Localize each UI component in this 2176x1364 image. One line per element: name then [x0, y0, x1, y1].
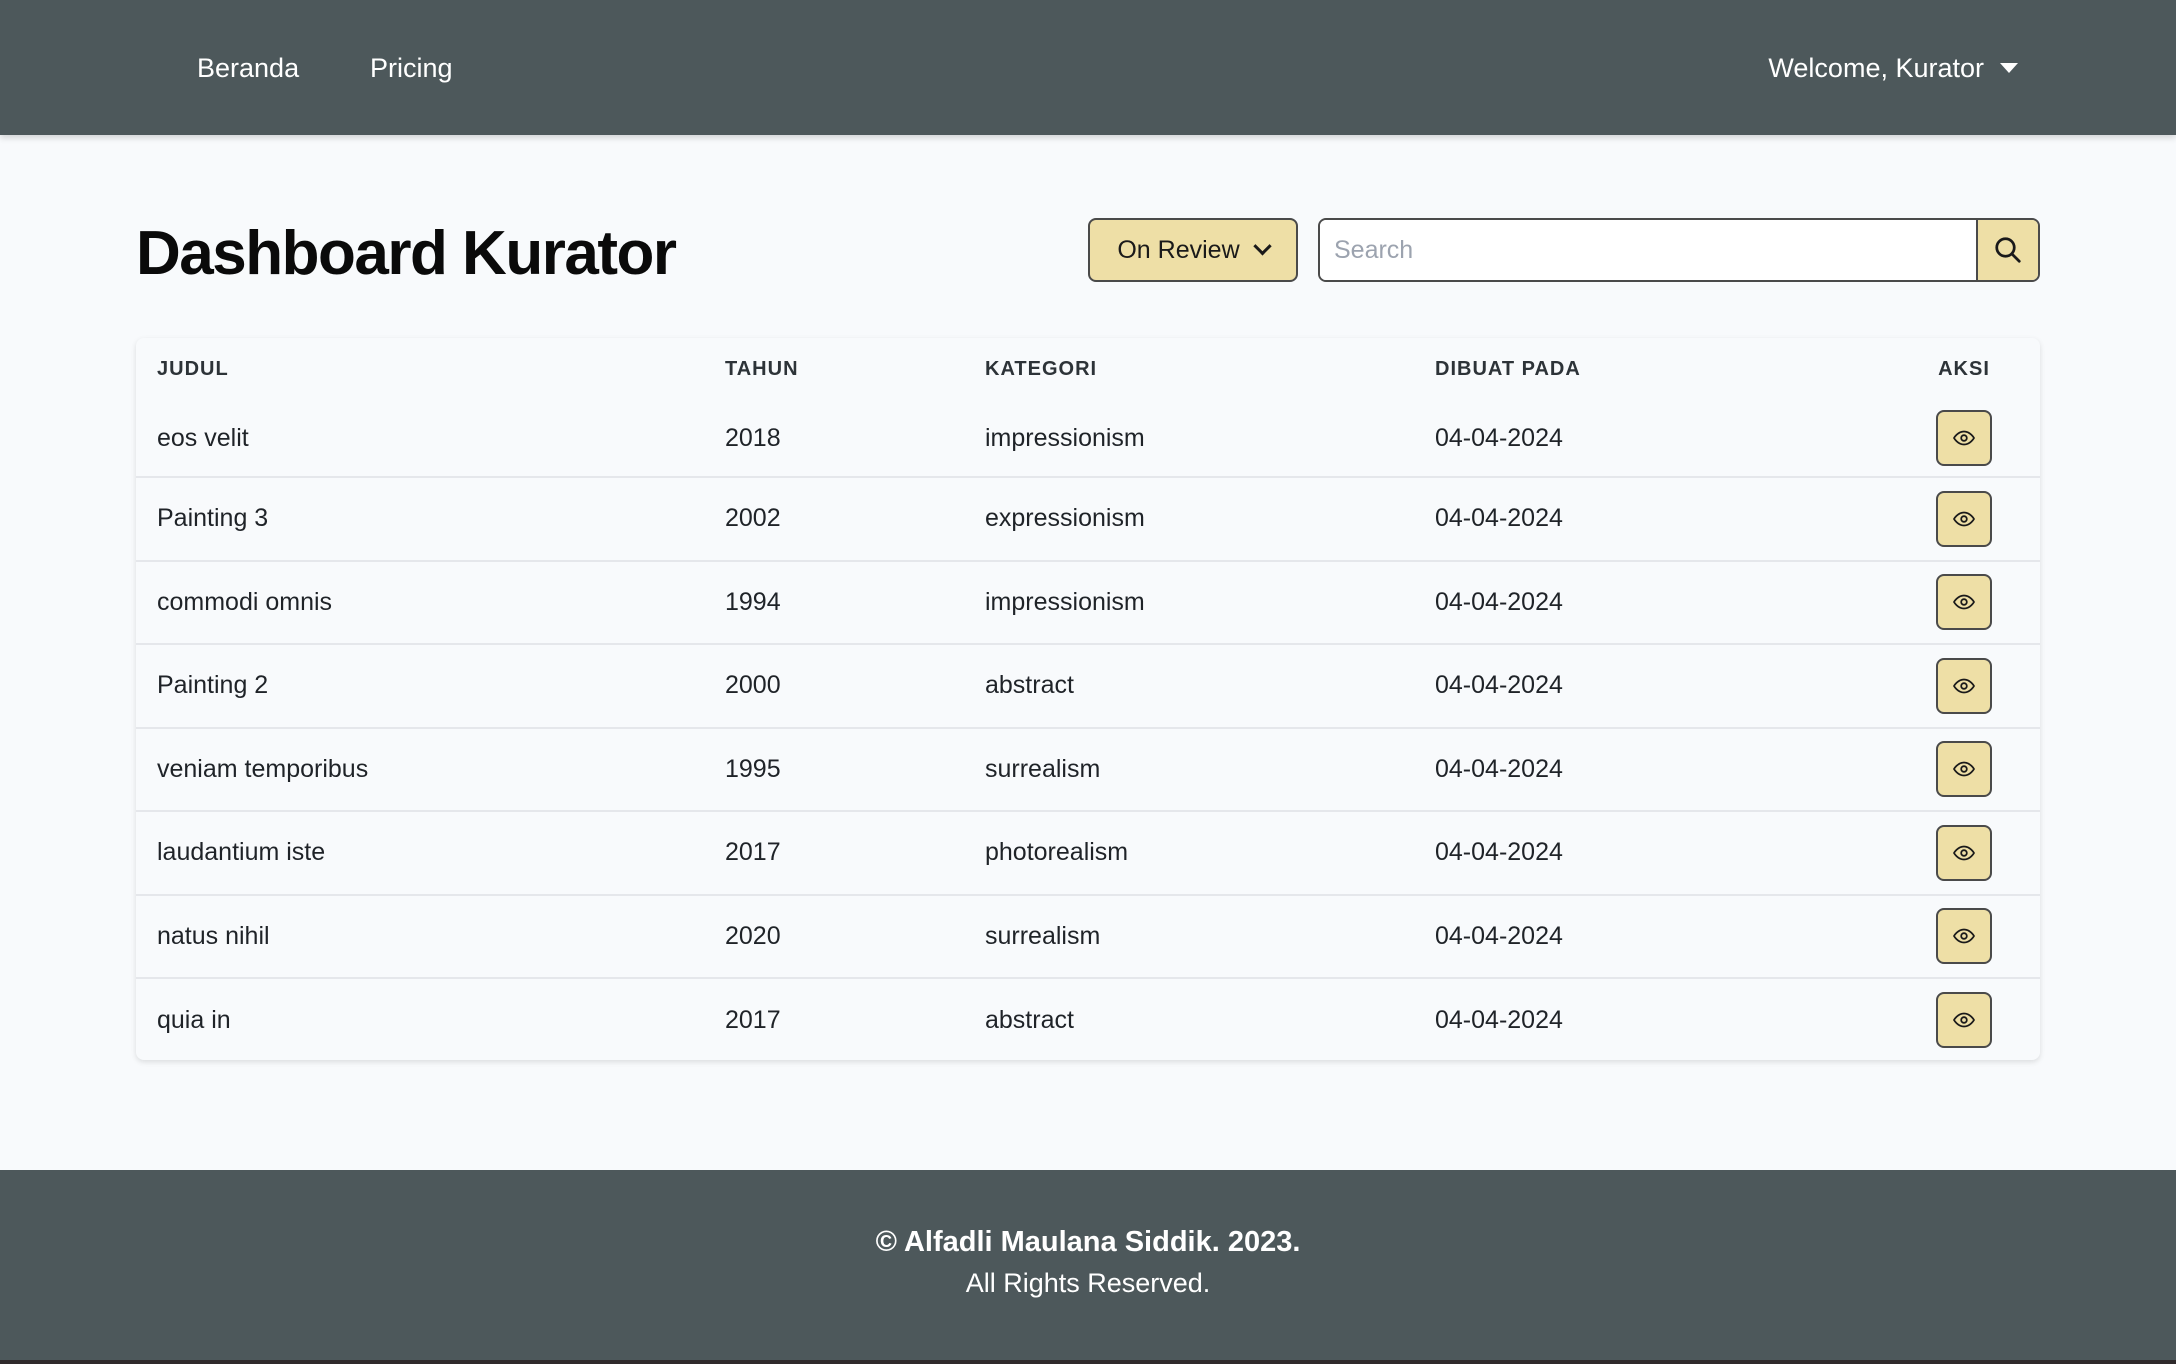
cell-tahun: 1994	[704, 559, 964, 644]
table-row: quia in 2017 abstract 04-04-2024	[136, 977, 2040, 1062]
caret-down-icon	[2000, 63, 2018, 73]
cell-dibuat-pada: 04-04-2024	[1414, 726, 1888, 811]
table-row: commodi omnis 1994 impressionism 04-04-2024	[136, 559, 2040, 644]
cell-dibuat-pada: 04-04-2024	[1414, 977, 1888, 1062]
footer-copyright: © Alfadli Maulana Siddik. 2023.	[875, 1226, 1301, 1258]
table-row: Painting 3 2002 expressionism 04-04-2024	[136, 476, 2040, 561]
cell-aksi	[1888, 810, 2040, 895]
cell-kategori: impressionism	[964, 559, 1414, 644]
cell-tahun: 2020	[704, 893, 964, 978]
view-button[interactable]	[1936, 410, 1992, 466]
eye-icon	[1953, 594, 1975, 610]
cell-judul: eos velit	[157, 423, 249, 452]
nav-link-pricing[interactable]: Pricing	[370, 46, 453, 90]
cell-judul: commodi omnis	[136, 559, 704, 644]
column-header-judul: JUDUL	[157, 357, 229, 380]
view-button[interactable]	[1936, 908, 1992, 965]
cell-aksi	[1888, 977, 2040, 1062]
page-title: Dashboard Kurator	[136, 219, 677, 288]
cell-judul: veniam temporibus	[136, 726, 704, 811]
status-filter-label: On Review	[1117, 235, 1240, 264]
table-row: Painting 2 2000 abstract 04-04-2024	[136, 643, 2040, 728]
footer-rights: All Rights Reserved.	[965, 1268, 1211, 1298]
eye-icon	[1953, 1012, 1975, 1028]
eye-icon	[1953, 430, 1975, 446]
view-button[interactable]	[1936, 574, 1992, 631]
cell-aksi	[1888, 726, 2040, 811]
artwork-table-card: JUDUL TAHUN KATEGORI DIBUAT PADA AKSI eo…	[136, 338, 2040, 1062]
user-menu[interactable]: Welcome, Kurator	[1768, 46, 2018, 90]
table-row: eos velit 2018 impressionism 04-04-2024	[136, 400, 2040, 477]
cell-kategori: impressionism	[985, 423, 1145, 452]
column-header-aksi: AKSI	[1938, 357, 1990, 380]
cell-aksi	[1888, 643, 2040, 728]
cell-judul: natus nihil	[136, 893, 704, 978]
view-button[interactable]	[1936, 657, 1992, 714]
cell-aksi	[1888, 893, 2040, 978]
search-icon	[1995, 237, 2021, 263]
cell-tahun: 2018	[725, 423, 781, 452]
cell-kategori: abstract	[964, 977, 1414, 1062]
cell-tahun: 2000	[704, 643, 964, 728]
cell-kategori: photorealism	[964, 810, 1414, 895]
cell-dibuat-pada: 04-04-2024	[1414, 810, 1888, 895]
cell-kategori: surrealism	[964, 726, 1414, 811]
footer-bottom-bar	[0, 1360, 2176, 1364]
footer: © Alfadli Maulana Siddik. 2023. All Righ…	[0, 1170, 2176, 1364]
eye-icon	[1953, 511, 1975, 527]
cell-judul: Painting 2	[136, 643, 704, 728]
column-header-tahun: TAHUN	[725, 357, 799, 380]
cell-tahun: 2002	[704, 476, 964, 561]
view-button[interactable]	[1936, 824, 1992, 881]
navbar: Beranda Pricing Welcome, Kurator	[0, 0, 2176, 135]
column-header-kategori: KATEGORI	[985, 357, 1098, 380]
search-button[interactable]	[1976, 220, 2038, 280]
user-menu-label: Welcome, Kurator	[1768, 52, 1984, 83]
cell-aksi	[1888, 400, 2040, 477]
artwork-table: JUDUL TAHUN KATEGORI DIBUAT PADA AKSI eo…	[136, 338, 2040, 1062]
cell-kategori: abstract	[964, 643, 1414, 728]
cell-judul: laudantium iste	[136, 810, 704, 895]
search-bar	[1318, 218, 2040, 282]
search-input[interactable]	[1320, 220, 1976, 280]
nav-link-beranda[interactable]: Beranda	[197, 46, 299, 90]
cell-tahun: 2017	[704, 977, 964, 1062]
table-header-row: JUDUL TAHUN KATEGORI DIBUAT PADA AKSI	[136, 338, 2040, 400]
eye-icon	[1953, 928, 1975, 944]
cell-dibuat-pada: 04-04-2024	[1435, 423, 1563, 452]
cell-kategori: expressionism	[964, 476, 1414, 561]
status-filter-dropdown[interactable]: On Review	[1088, 218, 1298, 282]
cell-kategori: surrealism	[964, 893, 1414, 978]
cell-tahun: 1995	[704, 726, 964, 811]
column-header-dibuat-pada: DIBUAT PADA	[1435, 357, 1581, 380]
table-row: veniam temporibus 1995 surrealism 04-04-202…	[136, 726, 2040, 811]
table-row: laudantium iste 2017 photorealism 04-04-202…	[136, 810, 2040, 895]
view-button[interactable]	[1936, 490, 1992, 547]
cell-tahun: 2017	[704, 810, 964, 895]
eye-icon	[1953, 845, 1975, 861]
cell-aksi	[1888, 559, 2040, 644]
cell-judul: quia in	[136, 977, 704, 1062]
view-button[interactable]	[1936, 741, 1992, 798]
cell-dibuat-pada: 04-04-2024	[1414, 643, 1888, 728]
view-button[interactable]	[1936, 992, 1992, 1049]
cell-aksi	[1888, 476, 2040, 561]
cell-dibuat-pada: 04-04-2024	[1414, 893, 1888, 978]
table-row: natus nihil 2020 surrealism 04-04-2024	[136, 893, 2040, 978]
cell-dibuat-pada: 04-04-2024	[1414, 559, 1888, 644]
cell-judul: Painting 3	[136, 476, 704, 561]
eye-icon	[1953, 678, 1975, 694]
chevron-down-icon	[1252, 236, 1272, 255]
eye-icon	[1953, 761, 1975, 777]
cell-dibuat-pada: 04-04-2024	[1414, 476, 1888, 561]
